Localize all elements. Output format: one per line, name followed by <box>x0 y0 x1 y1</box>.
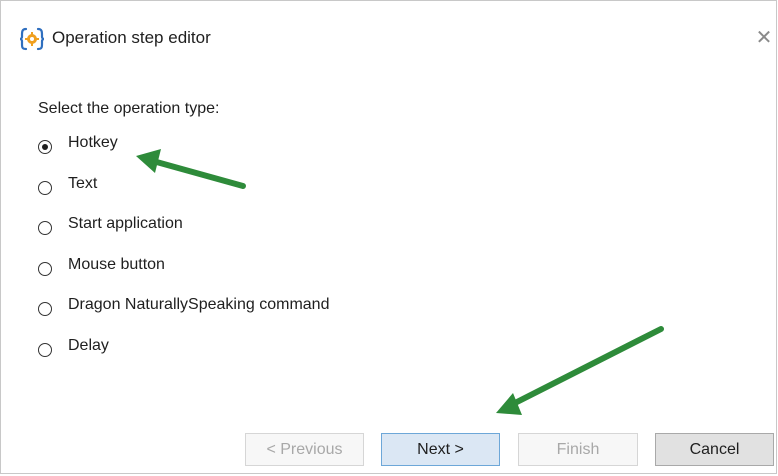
radio-label: Dragon NaturallySpeaking command <box>68 296 330 314</box>
radio-button[interactable] <box>38 180 52 195</box>
radio-label: Mouse button <box>68 255 165 273</box>
previous-button[interactable]: < Previous <box>245 433 364 466</box>
radio-button[interactable] <box>38 221 52 236</box>
radio-option-delay[interactable]: Delay <box>38 337 329 378</box>
radio-button[interactable] <box>38 342 52 357</box>
cancel-button[interactable]: Cancel <box>655 433 774 466</box>
operation-step-editor-dialog: Operation step editor ✕ Select the opera… <box>0 0 777 474</box>
radio-option-dragon-command[interactable]: Dragon NaturallySpeaking command <box>38 296 329 337</box>
radio-label: Delay <box>68 336 109 354</box>
radio-option-hotkey[interactable]: Hotkey <box>38 134 329 175</box>
radio-option-mouse-button[interactable]: Mouse button <box>38 256 329 297</box>
radio-option-text[interactable]: Text <box>38 175 329 216</box>
app-icon <box>19 26 45 52</box>
finish-button[interactable]: Finish <box>518 433 638 466</box>
radio-label: Hotkey <box>68 134 118 151</box>
close-icon[interactable]: ✕ <box>749 25 778 51</box>
radio-button[interactable] <box>38 302 52 317</box>
annotation-arrow-next <box>496 326 664 415</box>
radio-button-selected[interactable] <box>38 140 52 154</box>
operation-type-radio-group: Hotkey Text Start application Mouse butt… <box>38 134 329 378</box>
next-button[interactable]: Next > <box>381 433 500 466</box>
window-title: Operation step editor <box>52 28 211 47</box>
title-bar: Operation step editor ✕ <box>1 1 776 59</box>
radio-label: Text <box>68 174 98 192</box>
radio-label: Start application <box>68 215 183 233</box>
operation-type-prompt: Select the operation type: <box>38 100 220 117</box>
radio-option-start-application[interactable]: Start application <box>38 215 329 256</box>
radio-button[interactable] <box>38 261 52 276</box>
